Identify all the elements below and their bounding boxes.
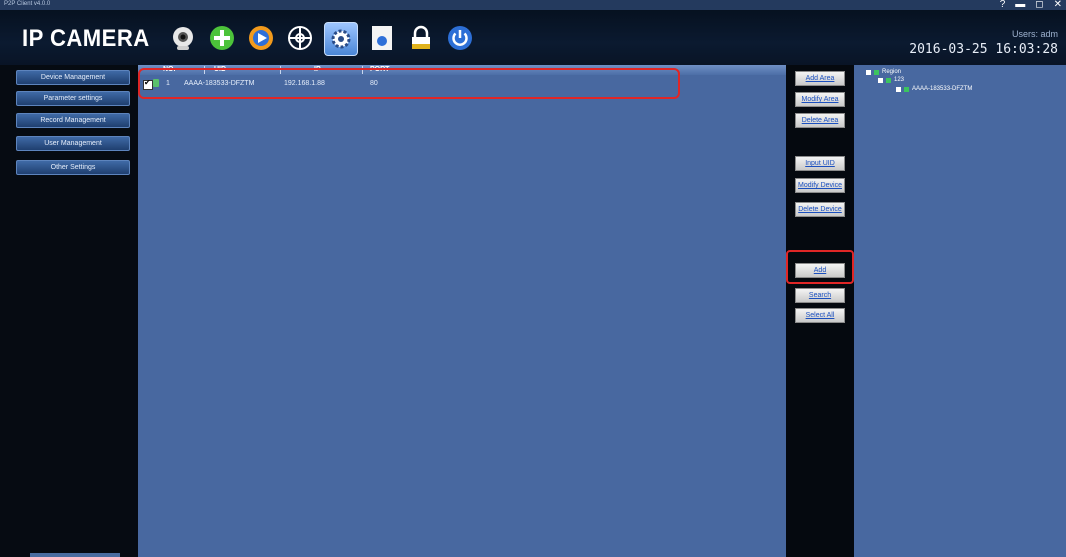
maximize-icon[interactable]: ◻ [1035, 0, 1043, 10]
expand-icon[interactable] [866, 69, 871, 75]
action-button-column: Add Area Modify Area Delete Area Input U… [786, 65, 854, 557]
current-user: Users: adm [1011, 29, 1058, 39]
close-icon[interactable]: ✕ [1054, 0, 1062, 10]
add-button-highlight-annotation [786, 250, 854, 284]
input-uid-button[interactable]: Input UID [795, 156, 845, 171]
window-controls: ? ▬ ◻ ✕ [1000, 0, 1062, 10]
search-button[interactable]: Search [795, 288, 845, 303]
sidebar-item-other-settings[interactable]: Other Settings [16, 160, 130, 175]
camera-node-icon [904, 86, 909, 92]
help-icon[interactable]: ? [1000, 0, 1006, 10]
sidebar-item-record-management[interactable]: Record Management [16, 113, 130, 128]
tree-label-device: AAAA-183533-DFZTM [912, 86, 973, 92]
select-all-button[interactable]: Select All [795, 308, 845, 323]
folder-icon [886, 77, 891, 83]
camera-icon[interactable] [168, 23, 198, 53]
device-checkbox-icon[interactable] [896, 86, 901, 92]
tree-label-group: 123 [894, 77, 905, 83]
modify-device-button[interactable]: Modify Device [795, 178, 845, 193]
region-tree-panel: Region 123 AAAA-183533-DFZTM [854, 65, 1066, 557]
delete-device-button[interactable]: Delete Device [795, 202, 845, 217]
sidebar-bottom-bar [30, 553, 120, 557]
ptz-control-icon[interactable] [285, 23, 315, 53]
add-area-button[interactable]: Add Area [795, 71, 845, 86]
sidebar-item-user-management[interactable]: User Management [16, 136, 130, 151]
tree-node-region[interactable]: Region [866, 68, 901, 76]
tree-node-device[interactable]: AAAA-183533-DFZTM [896, 85, 972, 93]
tree-node-group[interactable]: 123 [878, 76, 904, 84]
title-bar: P2P Client v4.0.0 ? ▬ ◻ ✕ [0, 0, 1066, 10]
clock-display: 2016-03-25 16:03:28 [909, 42, 1058, 57]
folder-icon [874, 69, 879, 75]
row-highlight-annotation [138, 68, 680, 99]
power-icon[interactable] [445, 23, 475, 53]
file-record-icon[interactable] [367, 23, 397, 53]
add-device-icon[interactable] [207, 23, 237, 53]
main-toolbar [168, 22, 475, 56]
tree-label-region: Region [882, 69, 902, 75]
playback-icon[interactable] [246, 23, 276, 53]
delete-area-button[interactable]: Delete Area [795, 113, 845, 128]
expand-icon[interactable] [878, 77, 883, 83]
lock-icon[interactable] [406, 23, 436, 53]
settings-gear-icon[interactable] [324, 22, 358, 56]
sidebar-item-parameter-settings[interactable]: Parameter settings [16, 91, 130, 106]
app-logo: IP CAMERA [22, 25, 150, 52]
minimize-icon[interactable]: ▬ [1015, 0, 1025, 10]
device-list-panel: NO. UID IP PORT 1 AAAA-183533-DFZTM 192.… [138, 65, 786, 557]
modify-area-button[interactable]: Modify Area [795, 92, 845, 107]
sidebar-item-device-management[interactable]: Device Management [16, 70, 130, 85]
window-title: P2P Client v4.0.0 [4, 1, 51, 7]
sidebar: Device Management Parameter settings Rec… [0, 65, 138, 557]
app-header: IP CAMERA Users: adm 2016-03-25 16:03:28 [0, 10, 1066, 65]
